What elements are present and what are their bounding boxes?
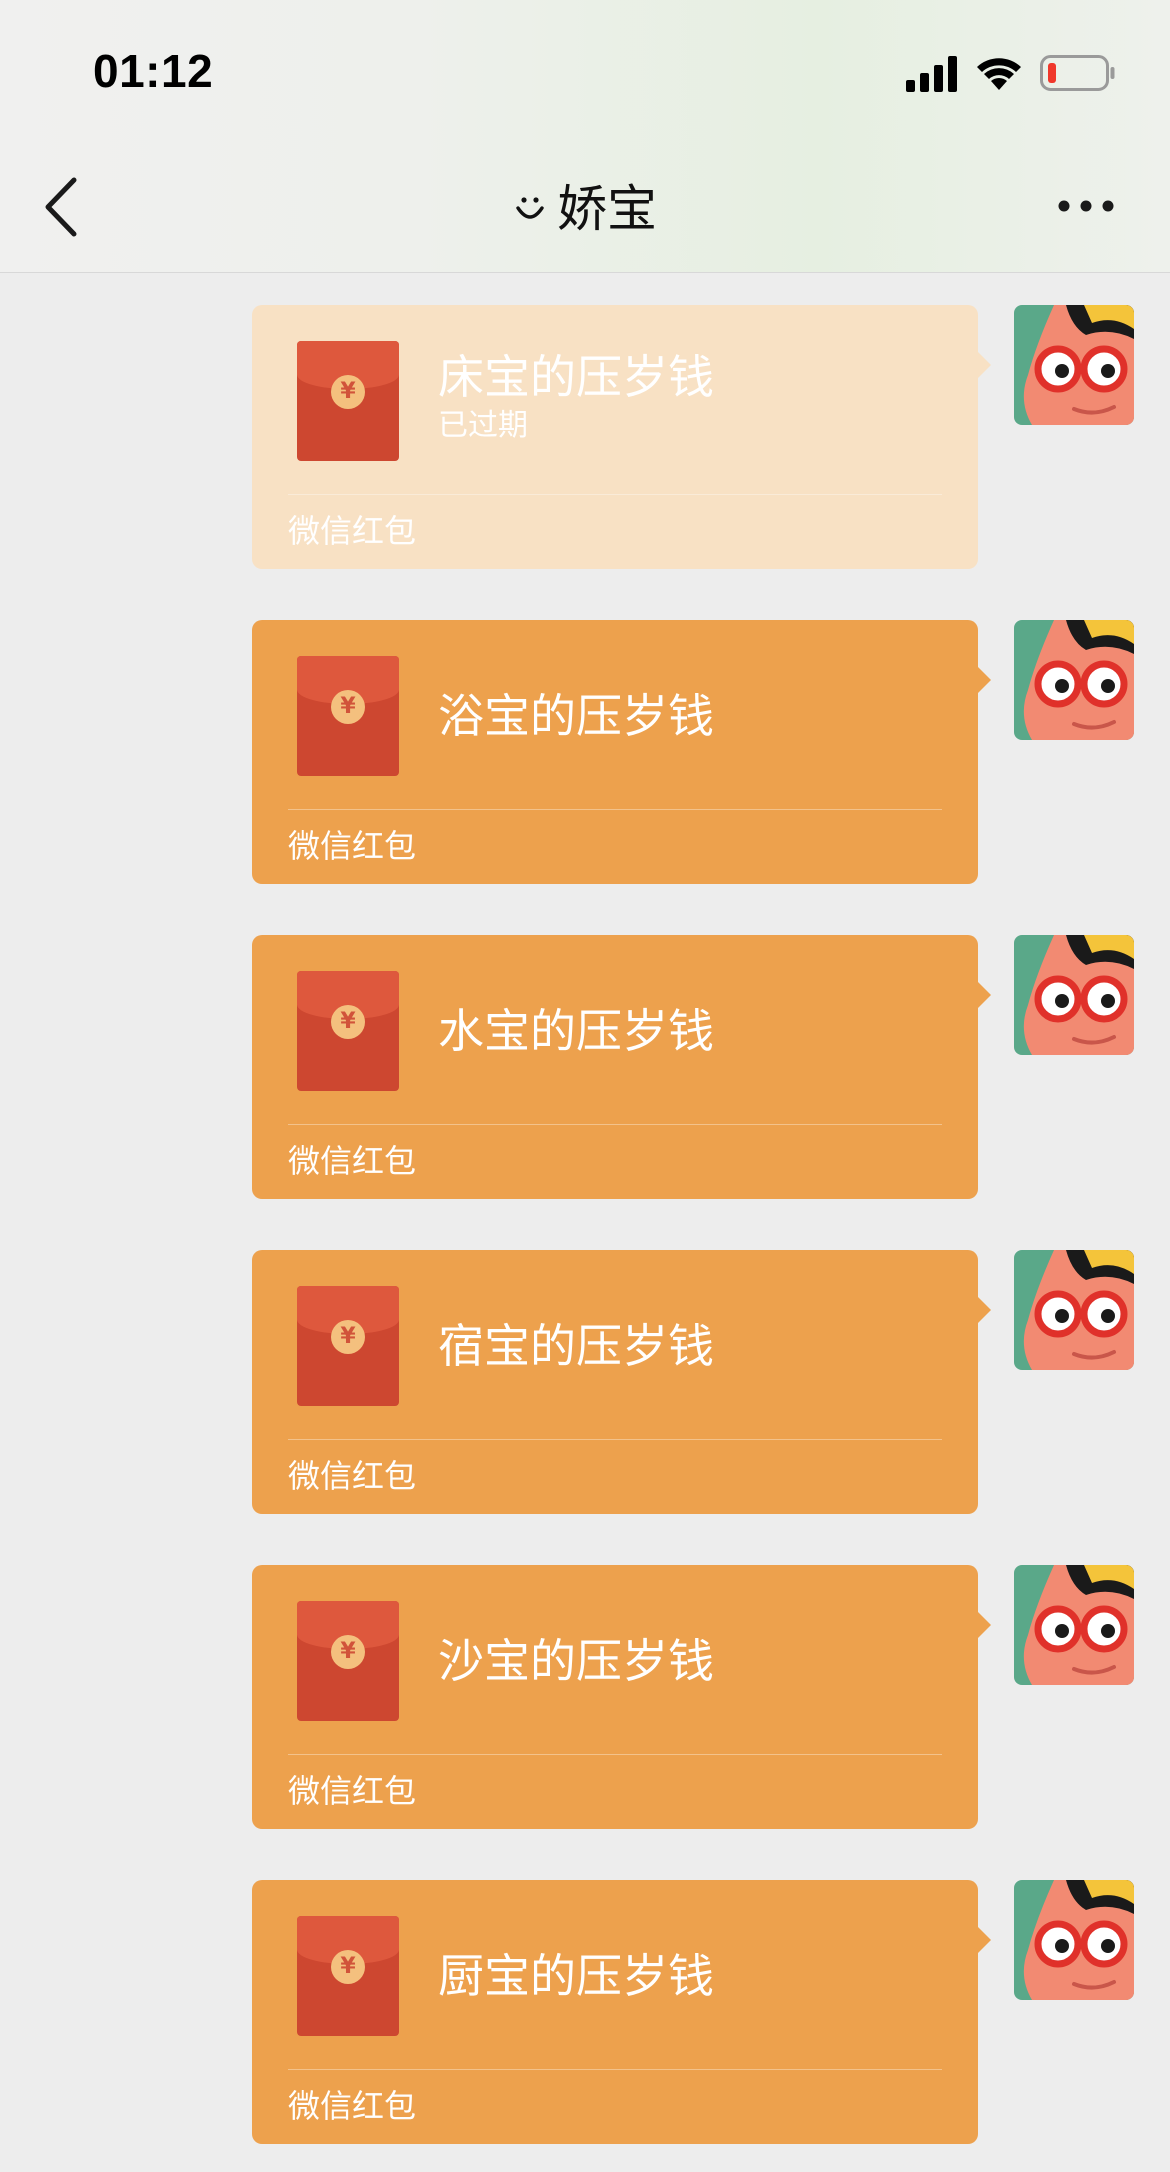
chat-title-text: 娇宝 <box>557 180 657 238</box>
red-packet-title: 沙宝的压岁钱 <box>438 1634 714 1688</box>
red-packet-title: 水宝的压岁钱 <box>438 1004 714 1058</box>
divider <box>288 1124 942 1125</box>
divider <box>288 2069 942 2070</box>
divider <box>288 494 942 495</box>
battery-low-icon <box>1040 55 1115 91</box>
more-options-button[interactable] <box>1055 186 1119 226</box>
red-packet-bubble[interactable]: ¥ 水宝的压岁钱微信红包 <box>252 935 991 1199</box>
red-packet-title: 厨宝的压岁钱 <box>438 1949 714 2003</box>
chat-header: 01:12 娇宝 <box>0 0 1170 273</box>
red-packet-bubble[interactable]: ¥ 床宝的压岁钱已过期微信红包 <box>252 305 991 569</box>
red-packet-footer-label: 微信红包 <box>288 512 417 550</box>
red-envelope-icon: ¥ <box>297 1916 399 2036</box>
red-packet-bubble[interactable]: ¥ 沙宝的压岁钱微信红包 <box>252 1565 991 1829</box>
red-packet-bubble[interactable]: ¥ 厨宝的压岁钱微信红包 <box>252 1880 991 2144</box>
yuan-coin-icon: ¥ <box>331 1320 365 1354</box>
red-envelope-icon: ¥ <box>297 971 399 1091</box>
red-packet-message: ¥ 浴宝的压岁钱微信红包 <box>0 620 1170 884</box>
red-envelope-icon: ¥ <box>297 341 399 461</box>
red-packet-title: 浴宝的压岁钱 <box>438 689 714 743</box>
avatar[interactable] <box>1014 1880 1134 2000</box>
cellular-signal-icon <box>906 56 957 92</box>
red-packet-message: ¥ 沙宝的压岁钱微信红包 <box>0 1565 1170 1829</box>
avatar[interactable] <box>1014 935 1134 1055</box>
red-packet-message: ¥ 宿宝的压岁钱微信红包 <box>0 1250 1170 1514</box>
divider <box>288 1439 942 1440</box>
avatar[interactable] <box>1014 1250 1134 1370</box>
smile-icon <box>516 196 544 219</box>
yuan-coin-icon: ¥ <box>331 1005 365 1039</box>
red-envelope-icon: ¥ <box>297 1286 399 1406</box>
red-packet-message: ¥ 厨宝的压岁钱微信红包 <box>0 1880 1170 2144</box>
red-packet-status: 已过期 <box>438 408 528 443</box>
red-packet-footer-label: 微信红包 <box>288 1457 417 1495</box>
divider <box>288 809 942 810</box>
wifi-icon <box>977 58 1021 90</box>
red-packet-message: ¥ 水宝的压岁钱微信红包 <box>0 935 1170 1199</box>
chat-title: 娇宝 <box>0 176 1170 242</box>
red-envelope-icon: ¥ <box>297 656 399 776</box>
divider <box>288 1754 942 1755</box>
avatar[interactable] <box>1014 305 1134 425</box>
red-packet-title: 宿宝的压岁钱 <box>438 1319 714 1373</box>
red-packet-title: 床宝的压岁钱 <box>438 350 714 404</box>
red-packet-footer-label: 微信红包 <box>288 1772 417 1810</box>
red-envelope-icon: ¥ <box>297 1601 399 1721</box>
red-packet-footer-label: 微信红包 <box>288 1142 417 1180</box>
avatar[interactable] <box>1014 620 1134 740</box>
red-packet-message: ¥ 床宝的压岁钱已过期微信红包 <box>0 305 1170 569</box>
yuan-coin-icon: ¥ <box>331 1950 365 1984</box>
red-packet-bubble[interactable]: ¥ 浴宝的压岁钱微信红包 <box>252 620 991 884</box>
red-packet-footer-label: 微信红包 <box>288 827 417 865</box>
avatar[interactable] <box>1014 1565 1134 1685</box>
red-packet-bubble[interactable]: ¥ 宿宝的压岁钱微信红包 <box>252 1250 991 1514</box>
status-time: 01:12 <box>93 45 214 97</box>
yuan-coin-icon: ¥ <box>331 375 365 409</box>
red-packet-footer-label: 微信红包 <box>288 2087 417 2125</box>
yuan-coin-icon: ¥ <box>331 1635 365 1669</box>
yuan-coin-icon: ¥ <box>331 690 365 724</box>
